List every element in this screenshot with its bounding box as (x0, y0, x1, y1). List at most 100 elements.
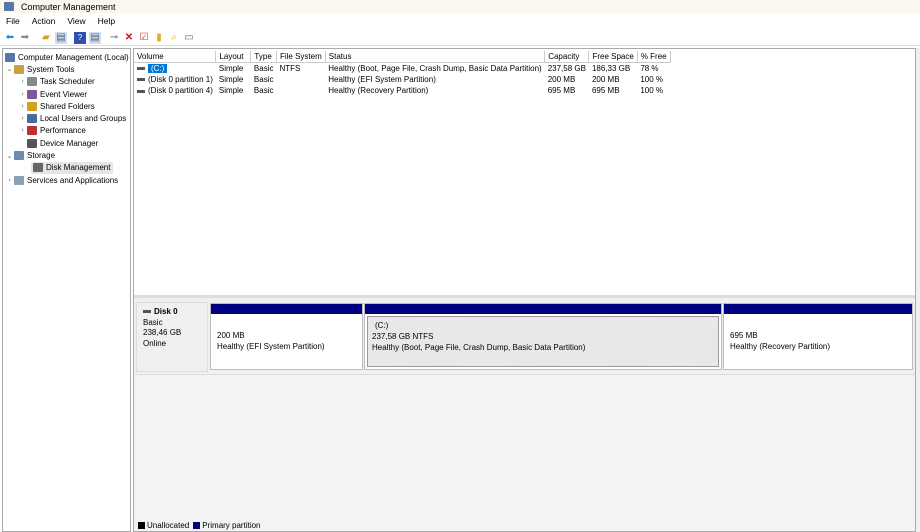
computer-management-icon (4, 2, 14, 11)
tree-item[interactable]: › Services and Applications (3, 174, 130, 186)
connect-icon[interactable]: ⊸ (108, 32, 120, 44)
tree-item-label: System Tools (27, 64, 75, 74)
table-row[interactable]: (Disk 0 partition 1) Simple Basic Healthy (… (134, 74, 670, 86)
column-header[interactable]: % Free (637, 51, 671, 63)
menu-file[interactable]: File (0, 16, 26, 26)
column-header[interactable]: Capacity (544, 51, 590, 63)
menu-bar: File Action View Help (0, 14, 920, 28)
help-icon[interactable]: ? (74, 31, 86, 44)
table-cell: 237,58 GB (547, 63, 586, 73)
column-header[interactable]: Volume (134, 51, 217, 63)
tree-item[interactable]: › Performance (3, 125, 130, 137)
column-header[interactable]: Free Space (588, 51, 638, 63)
tree-item-label: Performance (40, 126, 86, 136)
partition-efi[interactable]: 200 MB Healthy (EFI System Partition) (210, 303, 363, 370)
table-cell: 200 MB (591, 74, 620, 84)
tree-item[interactable]: ⌄ Storage (3, 149, 130, 161)
table-cell: Healthy (EFI System Partition) (328, 74, 436, 84)
delete-icon[interactable]: ✕ (123, 32, 135, 44)
tree-item[interactable]: › Event Viewer (3, 88, 130, 100)
properties-icon[interactable]: ☑ (138, 32, 150, 44)
table-cell: Simple (218, 74, 244, 84)
partition-status: Healthy (Recovery Partition) (730, 342, 831, 351)
tree-item-label: Event Viewer (40, 89, 87, 99)
menu-help[interactable]: Help (92, 16, 121, 26)
table-cell: 78 % (640, 63, 659, 73)
table-cell: NTFS (279, 63, 301, 73)
chevron-down-icon[interactable]: ⌄ (5, 152, 14, 160)
volume-table: Volume Layout Type File System Status Capacit… (134, 51, 671, 97)
new-icon[interactable]: ▮ (153, 32, 165, 44)
chevron-right-icon[interactable]: › (5, 177, 14, 184)
partition-recovery[interactable]: 695 MB Healthy (Recovery Partition) (723, 303, 913, 370)
tree-item-label: Storage (27, 151, 56, 161)
unallocated-swatch (138, 522, 145, 530)
volume-name: (Disk 0 partition 4) (148, 86, 213, 96)
view-icon[interactable]: ▭ (183, 32, 195, 44)
tree-item[interactable]: ⌄ System Tools (3, 63, 130, 75)
column-header[interactable]: Type (250, 51, 277, 63)
tree-item[interactable]: › Task Scheduler (3, 76, 130, 88)
menu-view[interactable]: View (61, 16, 91, 26)
legend-primary: Primary partition (193, 521, 261, 530)
primary-partition-bar (211, 304, 362, 314)
partition-c[interactable]: (C:) 237,58 GB NTFS Healthy (Boot, Page Fi… (364, 303, 722, 370)
volume-icon (137, 78, 145, 82)
tree-node-icon (14, 175, 24, 185)
chevron-right-icon[interactable]: › (18, 127, 27, 134)
chevron-right-icon[interactable]: › (18, 78, 27, 85)
table-cell: Simple (218, 63, 244, 73)
tree-item[interactable]: Computer Management (Local) (3, 51, 130, 63)
tree-item-label: Disk Management (46, 163, 111, 173)
back-icon[interactable]: ⬅ (4, 32, 16, 44)
search-icon[interactable]: ⌕ (168, 32, 180, 44)
table-cell: 186,33 GB (591, 63, 631, 73)
title-bar: Computer Management (0, 0, 920, 13)
tree-node-icon (27, 138, 37, 148)
chevron-right-icon[interactable]: › (18, 103, 27, 110)
disk-name: Disk 0 (154, 307, 178, 316)
column-header[interactable]: Layout (215, 51, 252, 63)
legend: Unallocated Primary partition (138, 521, 261, 530)
chevron-right-icon[interactable]: › (18, 115, 27, 122)
table-cell (276, 85, 325, 97)
disk-info[interactable]: Disk 0 Basic 238,46 GB Online (136, 302, 208, 372)
chevron-down-icon[interactable]: ⌄ (5, 65, 14, 73)
table-cell: 695 MB (547, 86, 576, 96)
table-cell: Healthy (Recovery Partition) (328, 86, 429, 96)
primary-partition-bar (365, 304, 721, 314)
tree-item[interactable]: › Local Users and Groups (3, 112, 130, 124)
tree-item-label: Local Users and Groups (40, 114, 127, 124)
table-cell: 100 % (640, 74, 663, 84)
tree-item-label: Task Scheduler (40, 77, 95, 87)
tree-item[interactable]: Device Manager (3, 137, 130, 149)
legend-label: Unallocated (147, 521, 190, 530)
disk-type: Basic (143, 317, 163, 327)
table-cell: Basic (253, 86, 274, 96)
menu-action[interactable]: Action (26, 16, 62, 26)
show-hide-tree-icon[interactable]: ▤ (55, 31, 67, 44)
up-folder-icon[interactable]: ▰ (40, 32, 52, 44)
disk-size: 238,46 GB (143, 328, 182, 337)
tree-item[interactable]: Disk Management (31, 161, 113, 174)
forward-icon[interactable]: ➡ (19, 32, 31, 44)
partition-status: Healthy (EFI System Partition) (217, 342, 325, 351)
table-row[interactable]: (C:) Simple Basic NTFS Healthy (Boot, Page F… (134, 62, 670, 74)
tree-item[interactable]: › Shared Folders (3, 100, 130, 112)
column-header[interactable]: Status (325, 51, 546, 63)
partition-size: 237,58 GB NTFS (372, 332, 434, 341)
column-header[interactable]: File System (276, 51, 326, 63)
volume-name: (Disk 0 partition 1) (148, 74, 213, 84)
table-cell: 100 % (640, 86, 663, 96)
vertical-scrollbar[interactable] (916, 48, 920, 532)
partition-size: 695 MB (730, 331, 758, 340)
table-row[interactable]: (Disk 0 partition 4) Simple Basic Healthy (… (134, 85, 670, 97)
chevron-right-icon[interactable]: › (18, 91, 27, 98)
tree-node-icon (27, 77, 37, 87)
console-icon[interactable]: ▤ (89, 31, 101, 44)
disk-status: Online (143, 338, 167, 348)
legend-unallocated: Unallocated (138, 521, 189, 530)
table-cell: Basic (253, 63, 274, 73)
partition-size: 200 MB (217, 331, 245, 340)
partition-status: Healthy (Boot, Page File, Crash Dump, Ba… (372, 343, 586, 352)
